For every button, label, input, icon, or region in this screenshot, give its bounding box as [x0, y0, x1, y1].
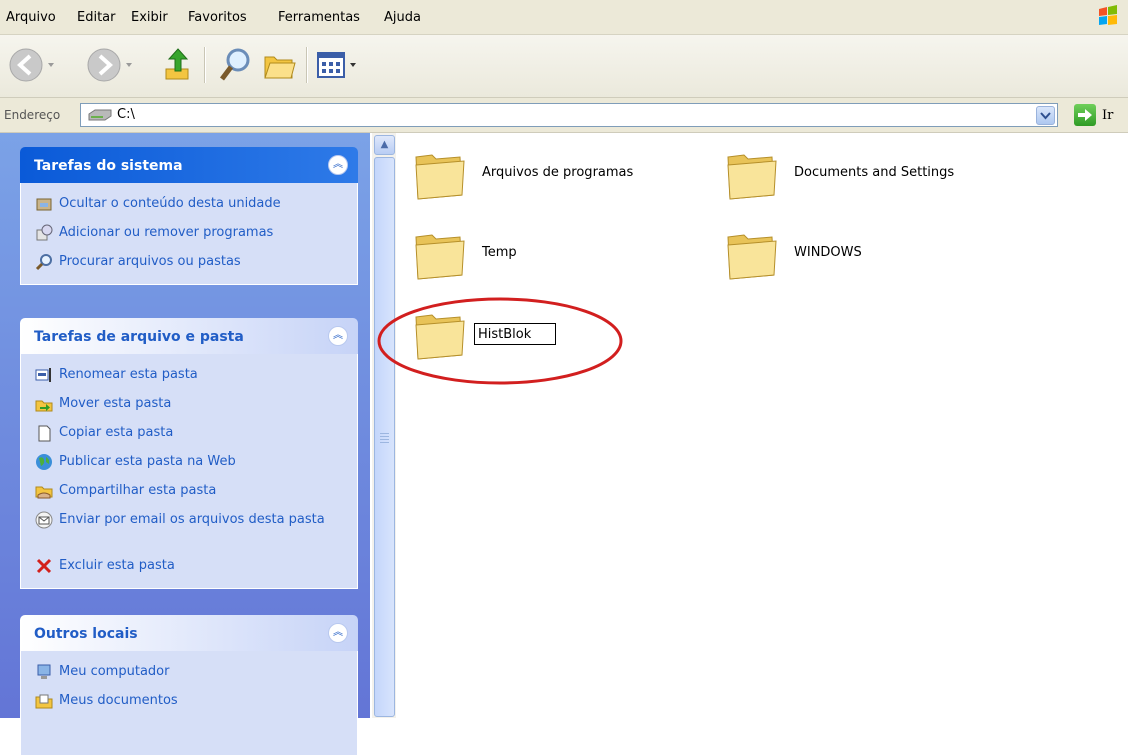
globe-icon [36, 454, 52, 470]
folder-windows[interactable]: WINDOWS [724, 227, 1024, 287]
menu-favoritos[interactable]: Favoritos [188, 10, 247, 25]
copy-icon [38, 425, 51, 442]
menu-editar[interactable]: Editar [77, 10, 116, 25]
folder-documents-and-settings[interactable]: Documents and Settings [724, 147, 1024, 207]
task-pane-scrollbar[interactable]: ▲ [372, 133, 396, 718]
search-icon [35, 254, 52, 271]
delete-icon [36, 558, 52, 574]
email-icon [35, 511, 53, 529]
system-tasks-panel: Tarefas do sistema ︽ Ocultar o conteúdo … [20, 147, 358, 285]
task-email-files[interactable]: Enviar por email os arquivos desta pasta [21, 507, 357, 553]
task-share-folder[interactable]: Compartilhar esta pasta [21, 478, 357, 507]
go-button[interactable] [1074, 104, 1096, 126]
documents-folder-icon [35, 694, 53, 709]
task-search-files[interactable]: Procurar arquivos ou pastas [21, 249, 357, 278]
toolbar-separator [204, 47, 206, 83]
folder-icon [415, 154, 465, 200]
file-folder-tasks-panel: Tarefas de arquivo e pasta ︽ Renomear es… [20, 318, 358, 589]
address-field[interactable]: C:\ [80, 103, 1058, 127]
toolbar-separator [306, 47, 308, 83]
windows-logo-icon [1099, 5, 1117, 25]
task-publish-web[interactable]: Publicar esta pasta na Web [21, 449, 357, 478]
menu-ajuda[interactable]: Ajuda [384, 10, 421, 25]
scroll-up-button[interactable]: ▲ [374, 135, 395, 155]
share-folder-icon [35, 486, 53, 499]
folder-label: WINDOWS [794, 245, 862, 260]
other-places-list: Meu computador Meus documentos [20, 651, 358, 756]
folders-icon[interactable] [262, 45, 298, 85]
views-icon[interactable] [314, 45, 364, 85]
panel-title: Tarefas de arquivo e pasta [34, 329, 244, 345]
computer-icon [37, 664, 51, 679]
folder-arquivos-de-programas[interactable]: Arquivos de programas [412, 147, 712, 207]
folder-icon [727, 234, 777, 280]
menu-ferramentas[interactable]: Ferramentas [278, 10, 360, 25]
folder-label: Documents and Settings [794, 165, 955, 180]
task-add-remove-programs[interactable]: Adicionar ou remover programas [21, 220, 357, 249]
grip-icon [380, 433, 389, 443]
address-dropdown-button[interactable] [1036, 106, 1055, 125]
collapse-icon[interactable]: ︽ [328, 326, 348, 346]
task-pane: Tarefas do sistema ︽ Ocultar o conteúdo … [0, 133, 370, 756]
panel-title: Outros locais [34, 626, 138, 642]
panel-title: Tarefas do sistema [34, 158, 183, 174]
file-folder-tasks-list: Renomear esta pasta Mover esta pasta Cop… [20, 354, 358, 589]
other-places-panel: Outros locais ︽ Meu computador Meus docu… [20, 615, 358, 756]
task-move-folder[interactable]: Mover esta pasta [21, 391, 357, 420]
forward-button[interactable] [86, 45, 146, 85]
back-button[interactable] [8, 45, 68, 85]
scrollbar-thumb[interactable] [374, 157, 395, 717]
file-view: Arquivos de programas Documents and Sett… [377, 133, 1128, 718]
rename-icon [35, 368, 51, 382]
folder-temp[interactable]: Temp [412, 227, 712, 287]
menu-bar: Arquivo Editar Exibir Favoritos Ferramen… [0, 0, 1128, 35]
add-remove-programs-icon [36, 224, 53, 241]
file-folder-tasks-header[interactable]: Tarefas de arquivo e pasta ︽ [20, 318, 358, 354]
move-folder-icon [35, 400, 53, 412]
task-delete-folder[interactable]: Excluir esta pasta [21, 553, 357, 582]
go-label[interactable]: Ir [1102, 108, 1113, 123]
task-hide-drive-contents[interactable]: Ocultar o conteúdo desta unidade [21, 191, 357, 220]
toolbar [0, 35, 1128, 98]
task-copy-folder[interactable]: Copiar esta pasta [21, 420, 357, 449]
system-tasks-list: Ocultar o conteúdo desta unidade Adicion… [20, 183, 358, 285]
collapse-icon[interactable]: ︽ [328, 155, 348, 175]
collapse-icon[interactable]: ︽ [328, 623, 348, 643]
highlight-circle [377, 297, 623, 385]
up-folder-icon[interactable] [160, 45, 196, 85]
folder-icon [727, 154, 777, 200]
menu-arquivo[interactable]: Arquivo [6, 10, 56, 25]
arrow-right-icon [1078, 109, 1092, 121]
address-bar: Endereço C:\ Ir [0, 98, 1128, 133]
drive-icon [88, 109, 112, 121]
place-my-computer[interactable]: Meu computador [21, 659, 357, 688]
chevron-down-icon [1040, 112, 1051, 120]
address-value: C:\ [117, 107, 135, 122]
drive-info-icon [36, 198, 52, 211]
folder-label: Arquivos de programas [482, 165, 634, 180]
search-icon[interactable] [218, 45, 254, 85]
menu-exibir[interactable]: Exibir [131, 10, 168, 25]
address-label: Endereço [4, 108, 61, 122]
system-tasks-header[interactable]: Tarefas do sistema ︽ [20, 147, 358, 183]
task-rename-folder[interactable]: Renomear esta pasta [21, 362, 357, 391]
folder-icon [415, 234, 465, 280]
place-my-documents[interactable]: Meus documentos [21, 688, 357, 717]
other-places-header[interactable]: Outros locais ︽ [20, 615, 358, 651]
folder-label: Temp [482, 245, 517, 260]
